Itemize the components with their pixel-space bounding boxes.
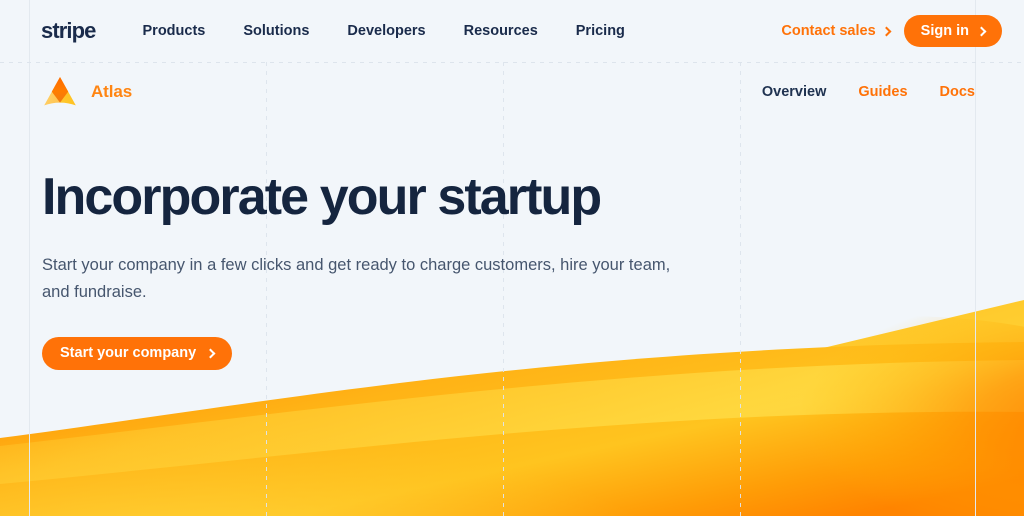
cta-label: Start your company bbox=[60, 345, 197, 362]
atlas-brand-link[interactable]: Atlas bbox=[42, 75, 132, 109]
subnav-item-docs[interactable]: Docs bbox=[924, 84, 975, 100]
hero-subheading: Start your company in a few clicks and g… bbox=[42, 256, 671, 301]
start-your-company-button[interactable]: Start your company bbox=[42, 336, 233, 370]
nav-item-resources[interactable]: Resources bbox=[445, 23, 557, 39]
nav-item-products[interactable]: Products bbox=[143, 23, 225, 39]
global-nav-links: Products Solutions Developers Resources … bbox=[143, 23, 644, 39]
contact-sales-label: Contact sales bbox=[781, 23, 876, 39]
sign-in-button[interactable]: Sign in bbox=[903, 15, 1002, 47]
global-navbar: stripe Products Solutions Developers Res… bbox=[0, 0, 1024, 62]
global-nav-actions: Contact sales Sign in bbox=[781, 15, 1002, 47]
atlas-wordmark: Atlas bbox=[91, 82, 133, 101]
nav-item-developers[interactable]: Developers bbox=[328, 23, 444, 39]
nav-item-pricing[interactable]: Pricing bbox=[557, 23, 644, 39]
chevron-right-icon bbox=[976, 26, 987, 36]
subnav-item-guides[interactable]: Guides bbox=[842, 84, 923, 100]
atlas-mountain-icon bbox=[44, 77, 76, 106]
chevron-right-icon bbox=[205, 348, 216, 358]
atlas-subnav-links: Overview Guides Docs bbox=[746, 84, 975, 100]
contact-sales-link[interactable]: Contact sales bbox=[781, 23, 892, 39]
chevron-right-icon bbox=[881, 26, 892, 36]
sign-in-label: Sign in bbox=[920, 23, 969, 39]
subnav-item-overview[interactable]: Overview bbox=[746, 84, 843, 100]
stripe-logo[interactable]: stripe bbox=[41, 20, 96, 42]
nav-item-solutions[interactable]: Solutions bbox=[224, 23, 328, 39]
hero-section: Incorporate your startup Start your comp… bbox=[42, 168, 762, 370]
page-root: stripe Products Solutions Developers Res… bbox=[0, 0, 1024, 516]
atlas-subnav: Atlas Overview Guides Docs bbox=[0, 62, 1024, 122]
page-title: Incorporate your startup bbox=[42, 168, 602, 226]
